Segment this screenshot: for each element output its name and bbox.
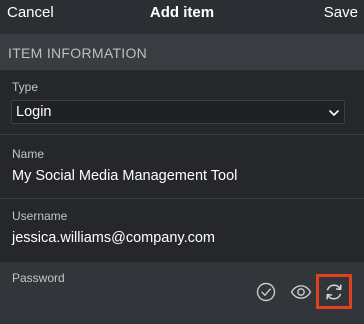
navigation-bar: Cancel Add item Save bbox=[0, 0, 364, 30]
username-label: Username bbox=[12, 209, 68, 223]
save-button[interactable]: Save bbox=[324, 4, 358, 21]
name-input[interactable]: My Social Media Management Tool bbox=[12, 168, 237, 184]
page-title: Add item bbox=[149, 4, 215, 21]
section-title: ITEM INFORMATION bbox=[8, 45, 148, 61]
add-item-screen: Cancel Add item Save ITEM INFORMATION Ty… bbox=[0, 0, 364, 324]
password-label: Password bbox=[12, 271, 65, 285]
refresh-icon[interactable] bbox=[322, 280, 346, 304]
eye-icon[interactable] bbox=[289, 280, 313, 304]
section-header: ITEM INFORMATION bbox=[0, 34, 364, 70]
username-input[interactable]: jessica.williams@company.com bbox=[12, 230, 215, 246]
name-label: Name bbox=[12, 147, 45, 161]
type-select[interactable]: Login bbox=[11, 100, 345, 124]
chevron-down-icon bbox=[329, 110, 339, 116]
type-label: Type bbox=[12, 80, 39, 94]
check-circle-icon[interactable] bbox=[254, 280, 278, 304]
name-field[interactable]: Name My Social Media Management Tool bbox=[0, 135, 364, 198]
type-select-value: Login bbox=[16, 104, 52, 120]
username-field[interactable]: Username jessica.williams@company.com bbox=[0, 199, 364, 262]
